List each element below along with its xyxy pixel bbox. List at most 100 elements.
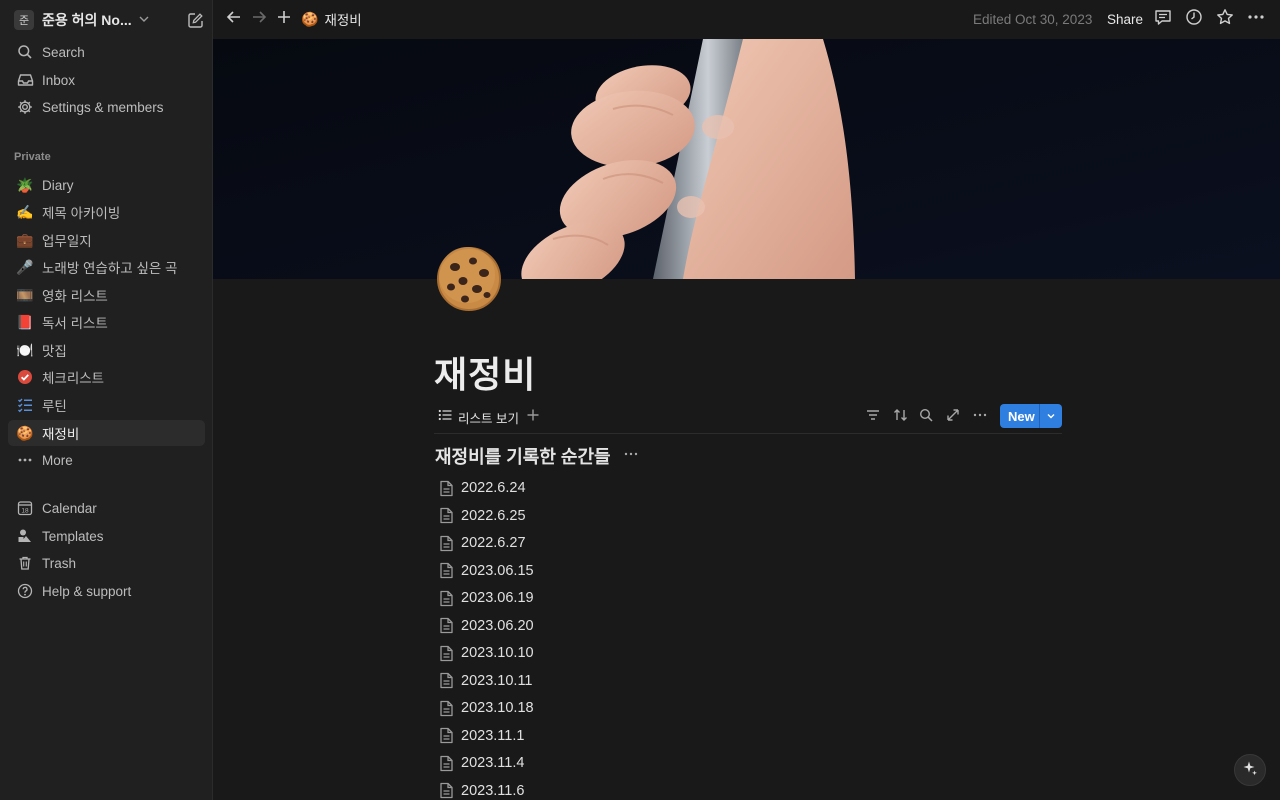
list-item[interactable]: 2022.6.25 [435, 503, 1055, 529]
sidebar-item-settings[interactable]: Settings & members [8, 94, 205, 120]
sidebar-item-restaurants[interactable]: 🍽️ 맛집 [8, 337, 205, 363]
document-icon [436, 753, 456, 773]
filter-button[interactable] [863, 407, 883, 427]
sidebar: 준 준용 허의 No... Search Inbox Settings & me… [0, 0, 213, 800]
inbox-icon [16, 71, 34, 89]
sidebar-item-reorganize[interactable]: 🍪 재정비 [8, 420, 205, 446]
cookie-icon: 🍪 [16, 424, 34, 441]
page-title[interactable]: 재정비 [434, 346, 536, 398]
more-horizontal-icon [1247, 8, 1265, 31]
sidebar-item-label: Trash [42, 555, 77, 571]
document-icon [436, 561, 456, 581]
workspace-avatar: 준 [14, 10, 34, 30]
list-item[interactable]: 2023.06.20 [435, 613, 1055, 639]
sidebar-item-label: 독서 리스트 [42, 316, 108, 331]
list-item[interactable]: 2023.11.1 [435, 723, 1055, 749]
workspace-switcher[interactable]: 준 준용 허의 No... [8, 8, 205, 32]
briefcase-icon: 💼 [16, 231, 34, 248]
sidebar-item-inbox[interactable]: Inbox [8, 67, 205, 93]
comments-button[interactable] [1154, 8, 1172, 30]
history-button[interactable] [1185, 8, 1203, 30]
document-icon [436, 698, 456, 718]
view-tab-label: 리스트 보기 [458, 411, 519, 426]
list-item-title: 2022.6.24 [461, 480, 526, 496]
document-icon [436, 533, 456, 553]
sidebar-item-label: 체크리스트 [42, 371, 105, 386]
search-icon [16, 43, 34, 61]
sidebar-item-checklist[interactable]: 체크리스트 [8, 364, 205, 390]
expand-arrows-icon [946, 408, 960, 427]
favorite-button[interactable] [1216, 8, 1234, 30]
sidebar-item-label: Calendar [42, 500, 97, 516]
list-item[interactable]: 2022.6.24 [435, 475, 1055, 501]
sort-icon [893, 408, 908, 427]
forward-button[interactable] [250, 8, 268, 30]
plus-icon [275, 8, 293, 31]
trash-icon [16, 554, 34, 572]
list-item[interactable]: 2022.6.27 [435, 530, 1055, 556]
sidebar-item-calendar[interactable]: 18 Calendar [8, 495, 205, 521]
list-item[interactable]: 2023.10.10 [435, 640, 1055, 666]
new-page-icon[interactable] [185, 10, 205, 30]
list-item[interactable]: 2023.06.19 [435, 585, 1055, 611]
breadcrumb[interactable]: 🍪 재정비 [301, 8, 362, 30]
share-label: Share [1107, 11, 1144, 27]
sidebar-item-work-log[interactable]: 💼 업무일지 [8, 227, 205, 253]
view-tab-list[interactable]: 리스트 보기 [438, 406, 519, 428]
sidebar-item-trash[interactable]: Trash [8, 550, 205, 576]
sidebar-item-movie-list[interactable]: 🎞️ 영화 리스트 [8, 282, 205, 308]
group-title[interactable]: 재정비를 기록한 순간들 [435, 443, 611, 469]
sidebar-item-karaoke[interactable]: 🎤 노래방 연습하고 싶은 곡 [8, 254, 205, 280]
list-item[interactable]: 2023.10.18 [435, 695, 1055, 721]
sidebar-item-routine[interactable]: 루틴 [8, 392, 205, 418]
back-button[interactable] [225, 8, 243, 30]
share-button[interactable]: Share [1107, 8, 1143, 30]
plate-icon: 🍽️ [16, 341, 34, 358]
list-item[interactable]: 2023.11.4 [435, 750, 1055, 776]
document-icon [436, 506, 456, 526]
document-icon [436, 643, 456, 663]
cookie-icon: 🍪 [301, 10, 319, 27]
list-item[interactable]: 2023.10.11 [435, 668, 1055, 694]
sidebar-item-templates[interactable]: Templates [8, 523, 205, 549]
more-horizontal-icon [16, 451, 34, 469]
gear-icon [16, 98, 34, 116]
writing-hand-icon: ✍️ [16, 203, 34, 220]
sidebar-item-title-archive[interactable]: ✍️ 제목 아카이빙 [8, 199, 205, 225]
film-icon: 🎞️ [16, 286, 34, 303]
sidebar-item-book-list[interactable]: 📕 독서 리스트 [8, 309, 205, 335]
sort-button[interactable] [890, 407, 910, 427]
list-item[interactable]: 2023.06.15 [435, 558, 1055, 584]
add-view-button[interactable] [523, 407, 543, 427]
workspace-name: 준용 허의 No... [42, 12, 132, 28]
group-more-button[interactable] [622, 447, 640, 465]
more-options-button[interactable] [1247, 8, 1265, 30]
star-icon [1216, 8, 1234, 31]
section-label-private[interactable]: Private [14, 151, 51, 163]
sidebar-item-diary[interactable]: 🪴 Diary [8, 172, 205, 198]
sidebar-item-label: Templates [42, 528, 104, 544]
search-button[interactable] [916, 407, 936, 427]
list-item-title: 2023.11.4 [461, 755, 525, 771]
edited-timestamp: Edited Oct 30, 2023 [973, 8, 1092, 30]
sidebar-item-more[interactable]: More [8, 447, 205, 473]
list-icon [438, 408, 452, 427]
document-icon [436, 588, 456, 608]
list-item-title: 2023.11.1 [461, 727, 525, 744]
view-more-button[interactable] [970, 407, 990, 427]
new-entry-button[interactable]: New [1000, 404, 1062, 428]
cover-image[interactable] [213, 39, 1280, 279]
calendar-icon: 18 [16, 499, 34, 517]
sidebar-item-help[interactable]: Help & support [8, 578, 205, 604]
sidebar-item-label: Settings & members [42, 99, 164, 115]
expand-button[interactable] [943, 407, 963, 427]
list-item[interactable]: 2023.11.6 [435, 778, 1055, 800]
sparkle-icon [1242, 760, 1258, 781]
new-page-button[interactable] [275, 8, 293, 30]
chevron-down-icon[interactable] [1040, 411, 1062, 421]
ai-assistant-button[interactable] [1234, 754, 1266, 786]
sidebar-item-search[interactable]: Search [8, 39, 205, 65]
document-icon [436, 616, 456, 636]
list-item-title: 2023.06.15 [461, 562, 534, 579]
page-cookie-icon[interactable] [437, 247, 501, 311]
